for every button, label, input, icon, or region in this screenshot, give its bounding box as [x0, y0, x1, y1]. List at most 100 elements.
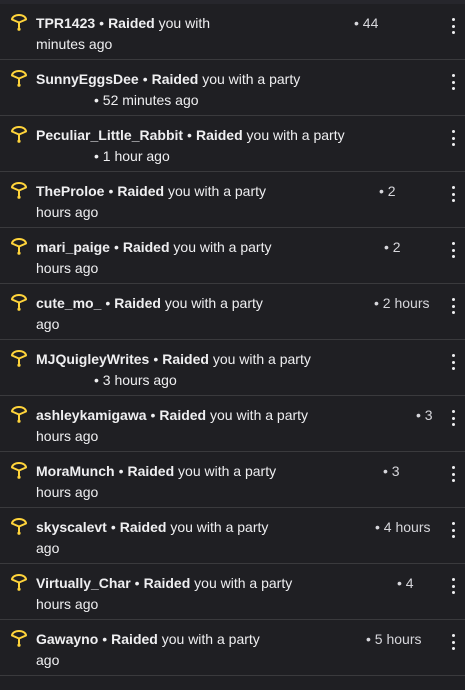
action-detail: you with a party — [164, 295, 263, 311]
activity-row[interactable]: SunnyEggsDee • Raided you with a party • 5… — [0, 60, 465, 116]
raid-icon — [10, 406, 28, 424]
timestamp: • 1 hour ago — [94, 148, 170, 164]
username[interactable]: ashleykamigawa — [36, 407, 147, 423]
raid-icon — [10, 630, 28, 648]
action-label: Raided — [117, 183, 165, 199]
activity-row[interactable]: Peculiar_Little_Rabbit • Raided you with a… — [0, 116, 465, 172]
action-detail: you with a party — [202, 71, 301, 87]
timestamp-start: • 4 — [397, 575, 414, 591]
username[interactable]: Peculiar_Little_Rabbit — [36, 127, 183, 143]
separator-dot: • — [105, 295, 111, 311]
action-detail: you with a party — [212, 351, 311, 367]
separator-dot: • — [102, 631, 108, 647]
action-detail: you with a party — [167, 183, 267, 199]
action-label: Raided — [108, 15, 155, 31]
separator-dot: • — [110, 519, 116, 535]
timestamp: ago — [36, 540, 60, 556]
action-detail: you with a party — [246, 127, 345, 143]
action-detail: you with a party — [161, 631, 260, 647]
activity-row[interactable]: TheProloe • Raided you with a party hours … — [0, 172, 465, 228]
timestamp-start: • 2 — [379, 183, 396, 199]
action-detail: you with a party — [194, 575, 293, 591]
timestamp: hours ago — [36, 260, 99, 276]
action-label: Raided — [122, 239, 170, 255]
activity-row[interactable]: Virtually_Char • Raided you with a party h… — [0, 564, 465, 620]
timestamp: hours ago — [36, 428, 99, 444]
timestamp-start: • 2 — [384, 239, 401, 255]
activity-row[interactable]: MoraMunch • Raided you with a party hours … — [0, 452, 465, 508]
more-options-icon[interactable] — [447, 352, 459, 372]
action-detail: you with — [158, 15, 210, 31]
action-detail: you with a party — [178, 463, 277, 479]
username[interactable]: Gawayno — [36, 631, 98, 647]
more-options-icon[interactable] — [447, 632, 459, 652]
raid-icon — [10, 350, 28, 368]
action-label: Raided — [159, 407, 207, 423]
username[interactable]: MJQuigleyWrites — [36, 351, 149, 367]
action-label: Raided — [151, 71, 199, 87]
more-options-icon[interactable] — [447, 296, 459, 316]
activity-row[interactable]: Gawayno • Raided you with a party ago • 5 … — [0, 620, 465, 676]
activity-row[interactable]: skyscalevt • Raided you with a party ago •… — [0, 508, 465, 564]
separator-dot: • — [113, 239, 119, 255]
activity-row[interactable]: cute_mo_ • Raided you with a party ago • 2… — [0, 284, 465, 340]
action-label: Raided — [143, 575, 191, 591]
separator-dot: • — [142, 71, 148, 87]
username[interactable]: mari_paige — [36, 239, 110, 255]
action-label: Raided — [111, 631, 158, 647]
timestamp: • 52 minutes ago — [94, 92, 199, 108]
action-label: Raided — [162, 351, 209, 367]
action-label: Raided — [195, 127, 243, 143]
raid-icon — [10, 294, 28, 312]
action-detail: you with a party — [173, 239, 272, 255]
timestamp: minutes ago — [36, 36, 113, 52]
raid-icon — [10, 238, 28, 256]
username[interactable]: Virtually_Char — [36, 575, 131, 591]
timestamp-start: • 3 — [416, 407, 433, 423]
more-options-icon[interactable] — [447, 520, 459, 540]
timestamp: ago — [36, 316, 60, 332]
raid-icon — [10, 182, 28, 200]
username[interactable]: MoraMunch — [36, 463, 115, 479]
more-options-icon[interactable] — [447, 240, 459, 260]
action-label: Raided — [114, 295, 161, 311]
activity-row[interactable]: mari_paige • Raided you with a party hours… — [0, 228, 465, 284]
raid-icon — [10, 126, 28, 144]
action-detail: you with a party — [210, 407, 309, 423]
username[interactable]: TPR1423 — [36, 15, 95, 31]
more-options-icon[interactable] — [447, 128, 459, 148]
more-options-icon[interactable] — [447, 408, 459, 428]
timestamp-start: • 5 hours — [366, 631, 422, 647]
timestamp-start: • 3 — [383, 463, 400, 479]
timestamp-start: • 2 hours — [374, 295, 430, 311]
timestamp: hours ago — [36, 596, 99, 612]
activity-row[interactable]: ashleykamigawa • Raided you with a party h… — [0, 396, 465, 452]
raid-icon — [10, 574, 28, 592]
timestamp-start: • 4 hours — [375, 519, 431, 535]
activity-row[interactable]: TPR1423 • Raided you with minutes ago • 44 — [0, 4, 465, 60]
username[interactable]: SunnyEggsDee — [36, 71, 139, 87]
timestamp: • 3 hours ago — [94, 372, 177, 388]
activity-feed: TPR1423 • Raided you with minutes ago • 44… — [0, 4, 465, 676]
more-options-icon[interactable] — [447, 72, 459, 92]
separator-dot: • — [134, 575, 140, 591]
action-label: Raided — [127, 463, 175, 479]
username[interactable]: skyscalevt — [36, 519, 107, 535]
raid-icon — [10, 462, 28, 480]
timestamp: ago — [36, 652, 60, 668]
more-options-icon[interactable] — [447, 16, 459, 36]
timestamp-start: • 44 — [354, 15, 379, 31]
more-options-icon[interactable] — [447, 184, 459, 204]
activity-row[interactable]: MJQuigleyWrites • Raided you with a party … — [0, 340, 465, 396]
username[interactable]: cute_mo_ — [36, 295, 101, 311]
timestamp: hours ago — [36, 484, 99, 500]
raid-icon — [10, 70, 28, 88]
separator-dot: • — [153, 351, 159, 367]
more-options-icon[interactable] — [447, 576, 459, 596]
separator-dot: • — [118, 463, 124, 479]
more-options-icon[interactable] — [447, 464, 459, 484]
action-detail: you with a party — [170, 519, 269, 535]
separator-dot: • — [108, 183, 114, 199]
username[interactable]: TheProloe — [36, 183, 104, 199]
raid-icon — [10, 518, 28, 536]
